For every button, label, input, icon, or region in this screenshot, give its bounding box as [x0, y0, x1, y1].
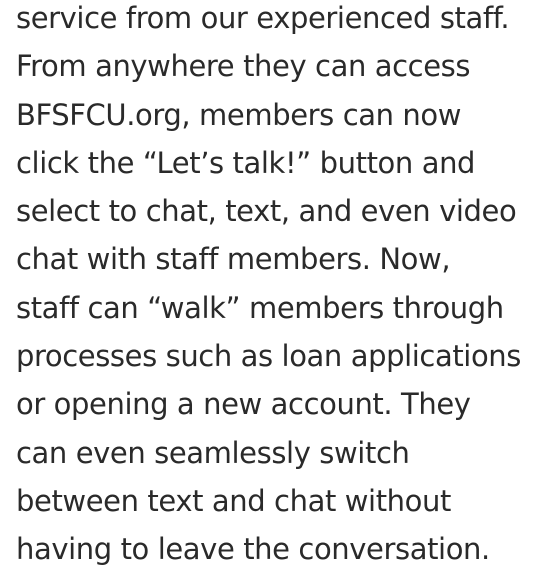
paragraph-line: BFSFCU.org, members can now — [16, 97, 462, 132]
paragraph-line: select to chat, text, and even video — [16, 194, 517, 229]
article-paragraph: service from our experienced staff. From… — [16, 0, 551, 574]
paragraph-line: processes such as loan applications — [16, 339, 521, 374]
paragraph-line: service from our experienced staff. — [16, 1, 510, 35]
paragraph-line: click the “Let’s talk!” button and — [16, 145, 476, 180]
paragraph-line: between text and chat without — [16, 483, 451, 518]
paragraph-line: having to leave the conversation. — [16, 532, 490, 567]
paragraph-line: From anywhere they can access — [16, 49, 471, 84]
paragraph-line: chat with staff members. Now, — [16, 242, 451, 277]
paragraph-line: can even seamlessly switch — [16, 435, 410, 470]
paragraph-line: staff can “walk” members through — [16, 290, 504, 325]
paragraph-line: or opening a new account. They — [16, 387, 471, 422]
